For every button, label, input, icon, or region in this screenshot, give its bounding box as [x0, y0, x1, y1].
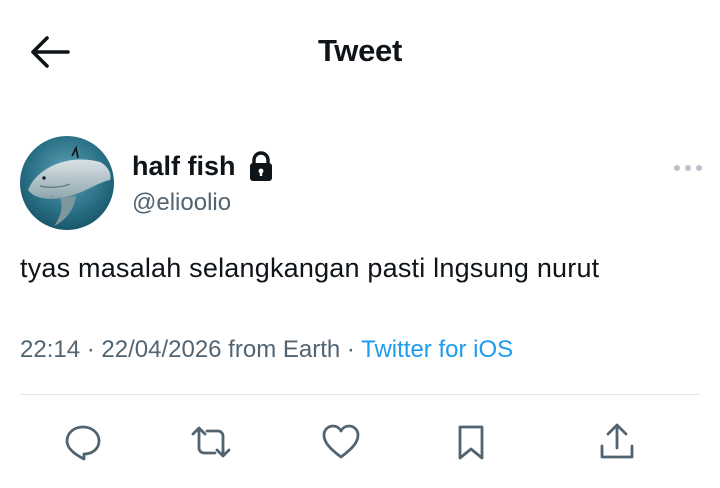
tweet-meta: 22:14 · 22/04/2026 from Earth · Twitter … [20, 336, 513, 364]
meta-separator: · [340, 336, 362, 363]
shark-photo-avatar: ~ [20, 136, 114, 230]
handle[interactable]: @elioolio [132, 189, 231, 217]
tweet-location: from Earth [221, 336, 341, 363]
reply-button[interactable] [61, 420, 105, 464]
display-name-row: half fish [132, 148, 274, 184]
bookmark-button[interactable] [449, 420, 493, 464]
page-title: Tweet [317, 33, 403, 68]
svg-text:~: ~ [50, 194, 53, 199]
tweet-time[interactable]: 22:14 [20, 336, 80, 363]
divider [20, 394, 700, 395]
retweet-button[interactable] [189, 420, 233, 464]
reply-icon [65, 425, 101, 461]
retweet-icon [191, 426, 231, 458]
tweet-source-link[interactable]: Twitter for iOS [361, 336, 513, 363]
share-icon [600, 423, 634, 459]
meta-separator: · [80, 336, 102, 363]
lock-icon [249, 151, 272, 181]
header-bar: Tweet [0, 0, 720, 104]
avatar[interactable]: ~ [20, 136, 114, 230]
tweet-date[interactable]: 22/04/2026 [101, 336, 221, 363]
tweet-text: tyas masalah selangkangan pasti lngsung … [20, 253, 600, 283]
display-name[interactable]: half fish [132, 151, 236, 182]
more-button[interactable] [672, 161, 704, 175]
like-button[interactable] [319, 420, 363, 464]
bookmark-icon [458, 425, 484, 460]
heart-icon [322, 424, 360, 459]
more-horizontal-icon [674, 165, 702, 171]
share-button[interactable] [595, 420, 639, 464]
tweet-detail-page: Tweet ~ half fish @elioolio tyas masalah… [0, 0, 720, 488]
